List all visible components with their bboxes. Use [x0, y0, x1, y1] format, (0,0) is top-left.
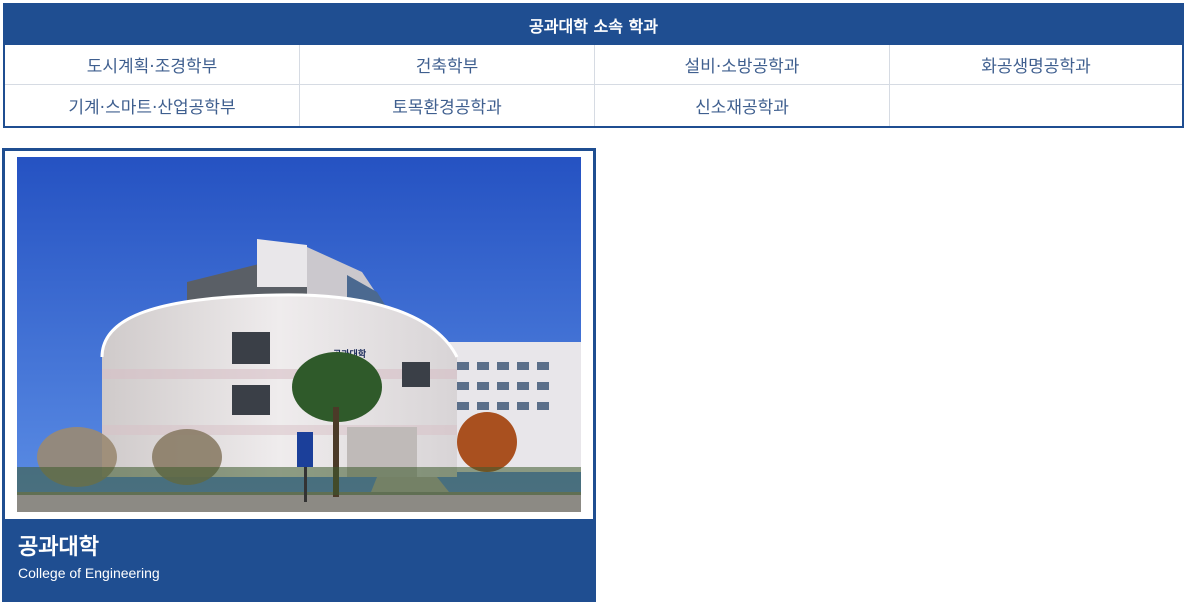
empty-cell — [890, 85, 1182, 126]
college-card[interactable]: 공과대학 공과대학 College of Engineering — [2, 148, 596, 602]
college-name: 공과대학 — [18, 535, 99, 560]
department-list-panel: 공과대학 소속 학과 도시계획·조경학부 건축학부 설비·소방공학과 화공생명공… — [3, 3, 1184, 128]
department-link-civil-environmental[interactable]: 토목환경공학과 — [300, 85, 595, 126]
college-caption: 공과대학 College of Engineering — [5, 519, 593, 599]
department-link-urban-planning[interactable]: 도시계획·조경학부 — [5, 45, 300, 85]
department-grid: 도시계획·조경학부 건축학부 설비·소방공학과 화공생명공학과 기계·스마트·산… — [5, 45, 1182, 126]
college-english-name: College of Engineering — [18, 565, 160, 581]
department-link-materials[interactable]: 신소재공학과 — [595, 85, 890, 126]
department-link-mechanical[interactable]: 기계·스마트·산업공학부 — [5, 85, 300, 126]
college-building-photo: 공과대학 — [17, 157, 581, 512]
department-link-fire-protection[interactable]: 설비·소방공학과 — [595, 45, 890, 85]
department-list-title: 공과대학 소속 학과 — [5, 5, 1182, 45]
department-link-architecture[interactable]: 건축학부 — [300, 45, 595, 85]
department-link-chemical-bio[interactable]: 화공생명공학과 — [890, 45, 1182, 85]
